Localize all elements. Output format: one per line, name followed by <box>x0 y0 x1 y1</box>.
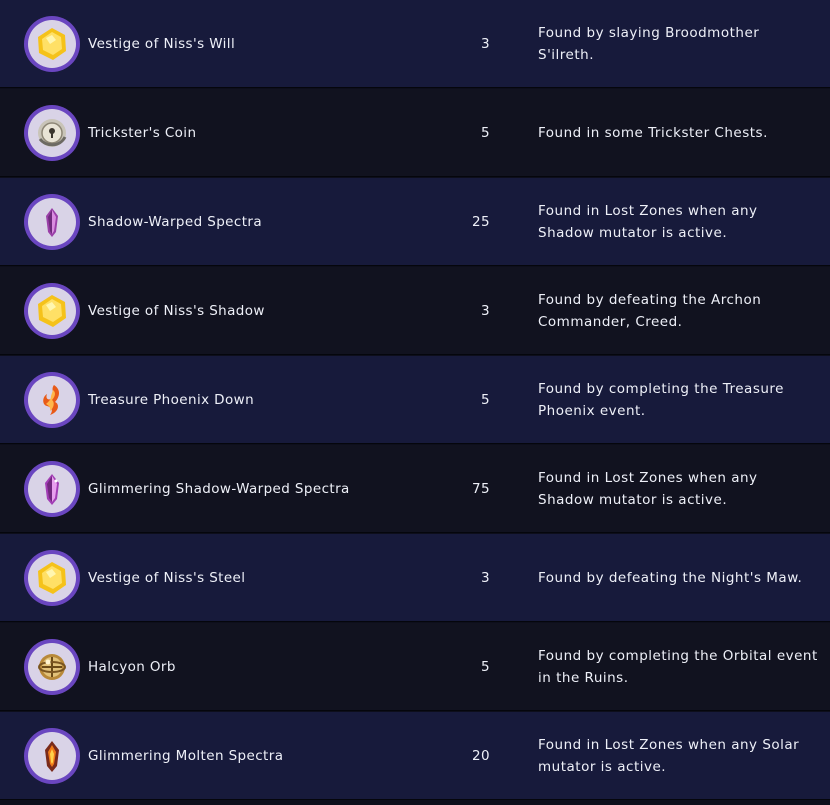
item-quantity: 75 <box>472 481 490 497</box>
item-source: Found in Lost Zones when any Solar mutat… <box>538 737 800 775</box>
item-name: Glimmering Shadow-Warped Spectra <box>88 481 350 497</box>
table-row: Treasure Phoenix Down 5 Found by complet… <box>0 356 830 444</box>
gold-gem-icon <box>28 20 76 68</box>
item-source: Found by completing the Treasure Phoenix… <box>538 381 784 419</box>
item-name: Halcyon Orb <box>88 659 176 675</box>
item-quantity: 3 <box>481 570 490 586</box>
item-source: Found by defeating the Archon Commander,… <box>538 292 762 330</box>
golden-orb-icon <box>28 643 76 691</box>
item-quantity: 3 <box>481 303 490 319</box>
item-source: Found by slaying Broodmother S'ilreth. <box>538 25 760 63</box>
item-icon-ring <box>24 105 80 161</box>
item-name: Treasure Phoenix Down <box>88 392 255 408</box>
item-quantity: 20 <box>472 748 490 764</box>
item-name: Trickster's Coin <box>88 125 197 141</box>
item-icon-ring <box>24 728 80 784</box>
items-table: Vestige of Niss's Will 3 Found by slayin… <box>0 0 830 805</box>
item-name: Glimmering Molten Spectra <box>88 748 284 764</box>
purple-crystal-icon <box>28 198 76 246</box>
item-icon-ring <box>24 283 80 339</box>
item-icon-ring <box>24 639 80 695</box>
item-icon-ring <box>24 550 80 606</box>
table-row: Shadow-Warped Spectra 25 Found in Lost Z… <box>0 178 830 266</box>
table-row: Vestige of Niss's Will 3 Found by slayin… <box>0 0 830 88</box>
item-icon-ring <box>24 461 80 517</box>
gold-gem-icon <box>28 554 76 602</box>
table-row: Vestige of Niss's Shadow 3 Found by defe… <box>0 267 830 355</box>
item-icon-ring <box>24 16 80 72</box>
table-row: Vestige of Niss's Steel 3 Found by defea… <box>0 534 830 622</box>
silver-coin-icon <box>28 109 76 157</box>
item-source: Found in Lost Zones when any Shadow muta… <box>538 470 758 508</box>
item-source: Found by defeating the Night's Maw. <box>538 570 803 586</box>
item-name: Vestige of Niss's Will <box>88 36 236 52</box>
item-icon-ring <box>24 372 80 428</box>
item-source: Found in Lost Zones when any Shadow muta… <box>538 203 758 241</box>
table-row: Halcyon Orb 5 Found by completing the Or… <box>0 623 830 711</box>
item-icon-ring <box>24 194 80 250</box>
purple-crystal-icon <box>28 465 76 513</box>
molten-crystal-icon <box>28 732 76 780</box>
item-name: Vestige of Niss's Shadow <box>88 303 265 319</box>
item-quantity: 5 <box>481 125 490 141</box>
item-source: Found by completing the Orbital event in… <box>538 648 818 686</box>
item-quantity: 3 <box>481 36 490 52</box>
phoenix-feather-icon <box>28 376 76 424</box>
item-quantity: 5 <box>481 392 490 408</box>
item-quantity: 25 <box>472 214 490 230</box>
item-quantity: 5 <box>481 659 490 675</box>
item-source: Found in some Trickster Chests. <box>538 125 768 141</box>
gold-gem-icon <box>28 287 76 335</box>
table-row: Trickster's Coin 5 Found in some Trickst… <box>0 89 830 177</box>
table-row: Glimmering Molten Spectra 20 Found in Lo… <box>0 712 830 800</box>
item-name: Vestige of Niss's Steel <box>88 570 246 586</box>
item-name: Shadow-Warped Spectra <box>88 214 263 230</box>
table-row: Glimmering Shadow-Warped Spectra 75 Foun… <box>0 445 830 533</box>
